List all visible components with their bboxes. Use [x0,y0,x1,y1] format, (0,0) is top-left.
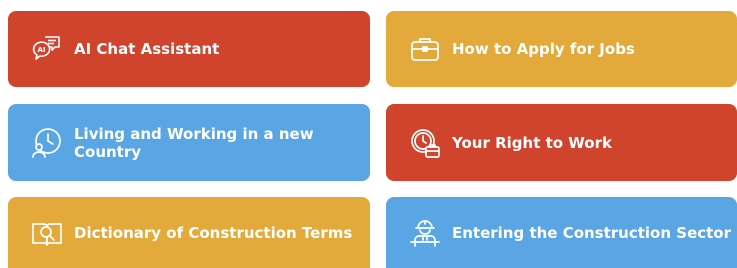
tile-your-right-to-work[interactable]: Your Right to Work [386,104,737,181]
construction-worker-icon [408,216,442,250]
svg-text:AI: AI [38,46,46,54]
tile-entering-the-construction-sector[interactable]: Entering the Construction Sector [386,197,737,268]
tile-ai-chat-assistant[interactable]: AI AI Chat Assistant [8,11,370,87]
tile-label: Entering the Construction Sector [452,223,732,242]
tile-label: Dictionary of Construction Terms [74,223,353,242]
clock-briefcase-icon [408,126,442,160]
tile-label: Your Right to Work [452,133,612,152]
dictionary-icon [30,216,64,250]
clock-person-icon [30,126,64,160]
tile-label: AI Chat Assistant [74,40,220,58]
tile-how-to-apply-for-jobs[interactable]: How to Apply for Jobs [386,11,737,87]
chat-ai-icon: AI [30,32,64,66]
briefcase-icon [408,32,442,66]
tile-dictionary-of-construction-terms[interactable]: Dictionary of Construction Terms [8,197,370,268]
tile-label: Living and Working in a new Country [74,124,314,161]
tile-living-and-working[interactable]: Living and Working in a new Country [8,104,370,181]
tile-label: How to Apply for Jobs [452,40,635,58]
